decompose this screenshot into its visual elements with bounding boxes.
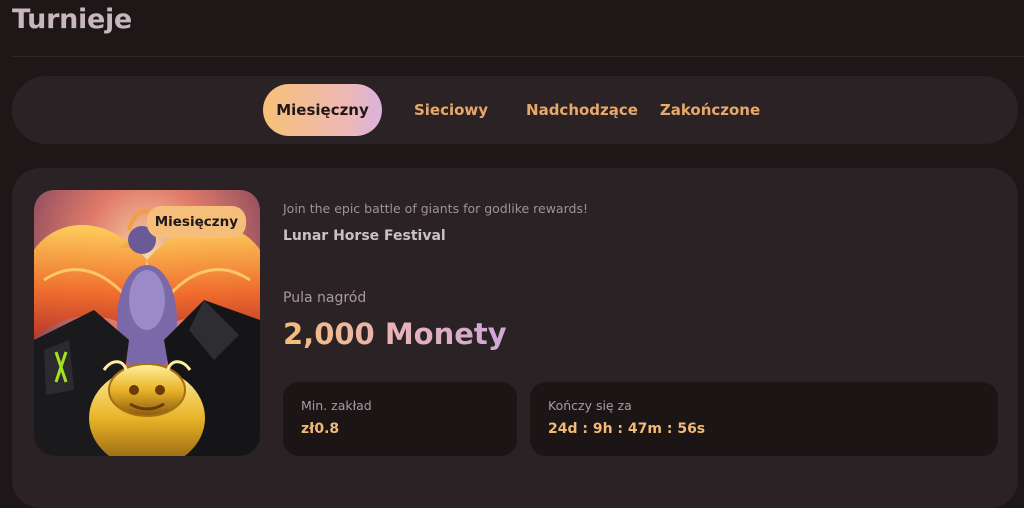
ends-in-label: Kończy się za bbox=[548, 398, 632, 413]
ends-in-box: Kończy się za 24d : 9h : 47m : 56s bbox=[530, 382, 998, 456]
page-title: Turnieje bbox=[12, 4, 132, 35]
min-bet-box: Min. zakład zł0.8 bbox=[283, 382, 517, 456]
tournament-tagline: Join the epic battle of giants for godli… bbox=[283, 201, 588, 216]
tab-upcoming[interactable]: Nadchodzące bbox=[517, 84, 647, 136]
tournament-type-badge: Miesięczny bbox=[146, 206, 246, 238]
min-bet-label: Min. zakład bbox=[301, 398, 372, 413]
tournament-card[interactable]: Miesięczny Join the epic battle of giant… bbox=[12, 168, 1018, 508]
title-divider bbox=[12, 56, 1024, 57]
min-bet-value: zł0.8 bbox=[301, 421, 340, 437]
tabs-bar: Miesięczny Sieciowy Nadchodzące Zakończo… bbox=[12, 76, 1018, 144]
tab-network[interactable]: Sieciowy bbox=[404, 84, 498, 136]
tab-finished[interactable]: Zakończone bbox=[654, 84, 766, 136]
tournament-name: Lunar Horse Festival bbox=[283, 228, 446, 244]
tab-monthly[interactable]: Miesięczny bbox=[263, 84, 382, 136]
prize-pool-label: Pula nagród bbox=[283, 290, 367, 306]
countdown-timer: 24d : 9h : 47m : 56s bbox=[548, 421, 706, 437]
tournament-image[interactable]: Miesięczny bbox=[34, 190, 260, 456]
prize-pool-value: 2,000 Monety bbox=[283, 317, 507, 351]
